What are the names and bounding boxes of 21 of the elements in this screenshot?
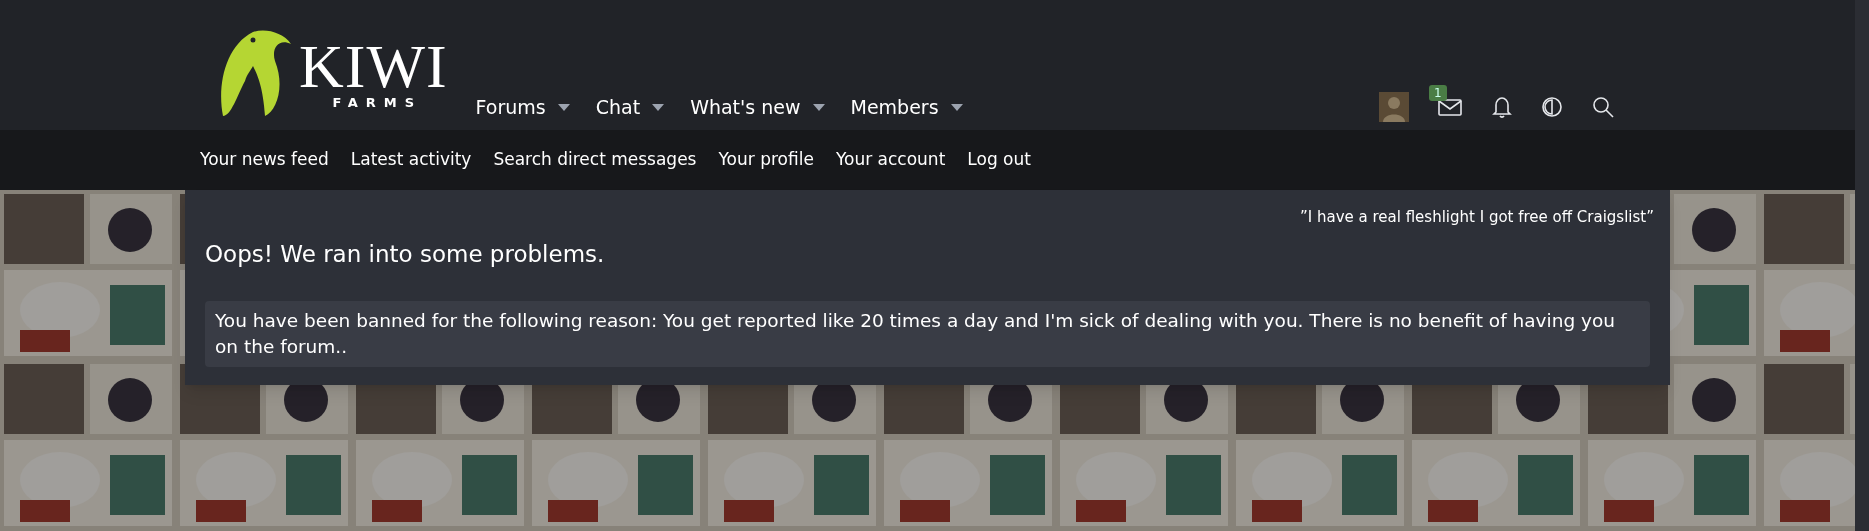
sub-nav-link[interactable]: Your profile bbox=[718, 147, 814, 173]
nav-tab[interactable]: Members bbox=[850, 92, 963, 122]
nav-tab[interactable]: What's new bbox=[690, 92, 825, 122]
nav-tab[interactable]: Chat bbox=[595, 92, 665, 122]
mail-icon[interactable] bbox=[1437, 97, 1463, 117]
theme-toggle-icon[interactable] bbox=[1541, 96, 1563, 118]
logo-subtitle: FARMS bbox=[332, 94, 423, 111]
search-icon[interactable] bbox=[1591, 95, 1615, 119]
sub-nav-link[interactable]: Search direct messages bbox=[493, 147, 697, 173]
scrollbar[interactable] bbox=[1855, 0, 1869, 531]
nav-tab[interactable]: Forums bbox=[475, 92, 570, 122]
message-count-badge: 1 bbox=[1429, 85, 1447, 101]
sub-nav-link[interactable]: Your news feed bbox=[200, 147, 329, 173]
bell-icon[interactable] bbox=[1491, 95, 1513, 119]
random-quote: ”I have a real fleshlight I got free off Craigslist” bbox=[1299, 207, 1654, 228]
error-title: Oops! We ran into some problems. bbox=[205, 239, 606, 269]
sub-nav-link[interactable]: Latest activity bbox=[350, 147, 472, 173]
logo-title: KIWI bbox=[299, 36, 448, 95]
ban-message: You have been banned for the following reason: You get reported like 20 times a day and I'm sick of dealing with you. There is no benefit of having you on the forum.. bbox=[205, 301, 1650, 367]
sub-nav-link[interactable]: Log out bbox=[967, 147, 1031, 173]
sub-nav-link[interactable]: Your account bbox=[835, 147, 946, 173]
